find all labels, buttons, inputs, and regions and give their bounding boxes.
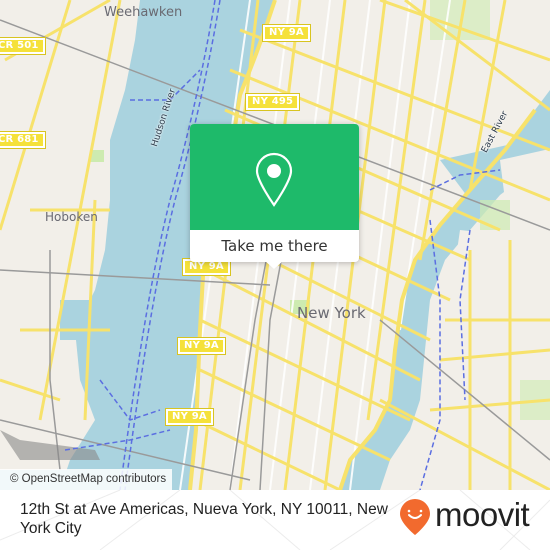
destination-popup: Take me there — [190, 124, 359, 269]
route-shield-ny-9a: NY 9A — [177, 337, 226, 355]
moovit-wordmark: moovit — [435, 496, 530, 533]
map-canvas[interactable]: Weehawken Hoboken New York Hudson River … — [0, 0, 550, 490]
footer: 12th St at Ave Americas, Nueva York, NY … — [0, 490, 550, 550]
place-label-weehawken: Weehawken — [104, 5, 183, 20]
address-text: 12th St at Ave Americas, Nueva York, NY … — [20, 501, 388, 537]
route-shield-ny-9a: NY 9A — [165, 408, 214, 426]
moovit-pin-icon — [400, 499, 430, 535]
take-me-there-button[interactable]: Take me there — [190, 230, 359, 262]
route-shield-cr-501: CR 501 — [0, 37, 46, 55]
popup-pointer — [264, 260, 284, 269]
route-shield-ny-495: NY 495 — [244, 93, 301, 111]
moovit-logo[interactable]: moovit — [398, 495, 538, 535]
route-shield-cr-681: CR 681 — [0, 131, 46, 149]
map-pin-icon — [255, 152, 293, 207]
place-label-new-york: New York — [297, 304, 366, 322]
route-shield-ny-9a: NY 9A — [262, 24, 311, 42]
place-label-hoboken: Hoboken — [45, 210, 98, 224]
map-attribution[interactable]: © OpenStreetMap contributors — [0, 469, 173, 490]
popup-header — [190, 124, 359, 230]
